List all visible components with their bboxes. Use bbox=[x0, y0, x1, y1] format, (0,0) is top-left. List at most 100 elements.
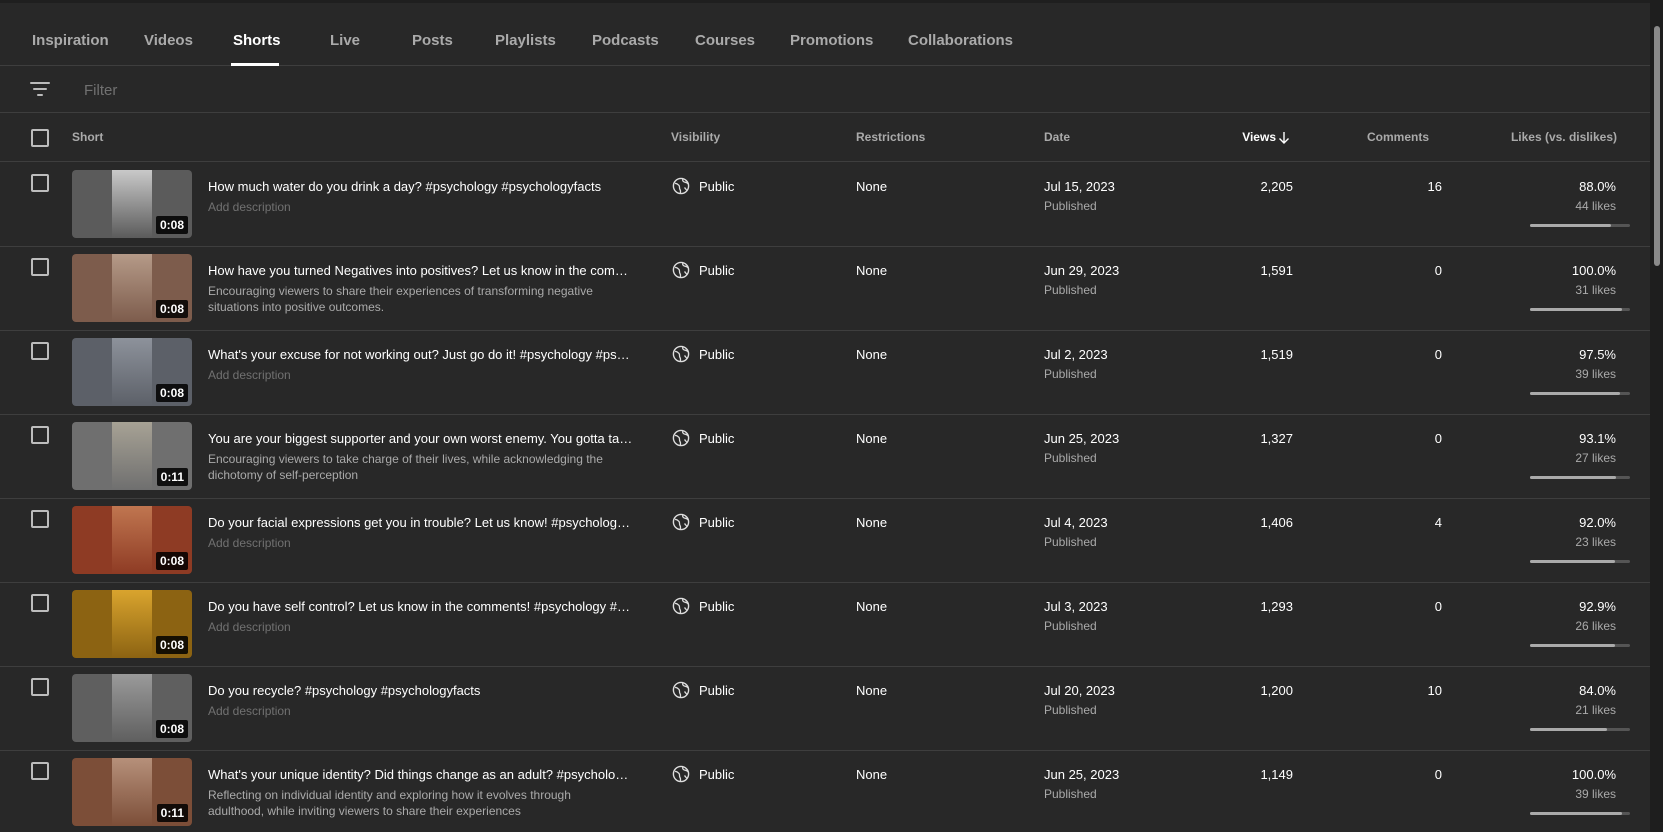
header-likes[interactable]: Likes (vs. dislikes) bbox=[1511, 130, 1617, 144]
header-comments[interactable]: Comments bbox=[1367, 130, 1429, 144]
short-description[interactable]: Encouraging viewers to share their exper… bbox=[208, 283, 628, 315]
thumbnail-image bbox=[112, 506, 152, 574]
row-checkbox[interactable] bbox=[31, 174, 49, 192]
short-description[interactable]: Encouraging viewers to take charge of th… bbox=[208, 451, 628, 483]
table-row[interactable]: 0:08 How much water do you drink a day? … bbox=[0, 163, 1650, 247]
header-restrictions[interactable]: Restrictions bbox=[856, 130, 925, 144]
short-title[interactable]: What's your excuse for not working out? … bbox=[208, 347, 633, 362]
visibility-label: Public bbox=[699, 599, 735, 614]
comments-count[interactable]: 0 bbox=[1435, 431, 1442, 446]
short-thumbnail[interactable]: 0:08 bbox=[72, 590, 192, 658]
row-checkbox[interactable] bbox=[31, 510, 49, 528]
short-description[interactable]: Add description bbox=[208, 535, 628, 551]
likes-ratio-bar bbox=[1530, 476, 1630, 479]
likes-ratio-fill bbox=[1530, 224, 1611, 227]
likes-ratio-fill bbox=[1530, 560, 1615, 563]
short-description[interactable]: Add description bbox=[208, 199, 628, 215]
publish-status: Published bbox=[1044, 199, 1097, 213]
row-checkbox[interactable] bbox=[31, 426, 49, 444]
row-checkbox[interactable] bbox=[31, 342, 49, 360]
table-row[interactable]: 0:08 Do you have self control? Let us kn… bbox=[0, 583, 1650, 667]
header-date[interactable]: Date bbox=[1044, 130, 1070, 144]
likes-ratio-fill bbox=[1530, 728, 1607, 731]
comments-count[interactable]: 16 bbox=[1428, 179, 1442, 194]
globe-icon bbox=[672, 177, 690, 195]
comments-count[interactable]: 0 bbox=[1435, 599, 1442, 614]
publish-date: Jul 4, 2023 bbox=[1044, 515, 1108, 530]
short-description[interactable]: Reflecting on individual identity and ex… bbox=[208, 787, 628, 819]
table-row[interactable]: 0:11 You are your biggest supporter and … bbox=[0, 415, 1650, 499]
short-thumbnail[interactable]: 0:08 bbox=[72, 338, 192, 406]
restrictions-value: None bbox=[856, 263, 888, 278]
views-count: 1,327 bbox=[1260, 431, 1293, 446]
table-row[interactable]: 0:08 How have you turned Negatives into … bbox=[0, 247, 1650, 331]
short-thumbnail[interactable]: 0:08 bbox=[72, 170, 192, 238]
short-thumbnail[interactable]: 0:08 bbox=[72, 674, 192, 742]
likes-ratio-fill bbox=[1530, 308, 1622, 311]
publish-date: Jul 15, 2023 bbox=[1044, 179, 1115, 194]
table-row[interactable]: 0:08 Do your facial expressions get you … bbox=[0, 499, 1650, 583]
short-title[interactable]: What's your unique identity? Did things … bbox=[208, 767, 633, 782]
comments-count[interactable]: 0 bbox=[1435, 767, 1442, 782]
filter-bar bbox=[0, 66, 1650, 113]
short-description[interactable]: Add description bbox=[208, 619, 628, 635]
short-thumbnail[interactable]: 0:08 bbox=[72, 506, 192, 574]
row-checkbox[interactable] bbox=[31, 762, 49, 780]
likes-percentage: 100.0% bbox=[1571, 263, 1616, 278]
globe-icon bbox=[672, 765, 690, 783]
short-description[interactable]: Add description bbox=[208, 703, 628, 719]
row-checkbox[interactable] bbox=[31, 258, 49, 276]
tab-shorts[interactable]: Shorts bbox=[233, 32, 281, 49]
short-description[interactable]: Add description bbox=[208, 367, 628, 383]
tab-collaborations[interactable]: Collaborations bbox=[908, 32, 1013, 49]
likes-percentage: 92.9% bbox=[1579, 599, 1616, 614]
likes-ratio-bar bbox=[1530, 392, 1630, 395]
table-header: Short Visibility Restrictions Date Views… bbox=[0, 113, 1650, 162]
tab-videos[interactable]: Videos bbox=[144, 32, 193, 49]
table-row[interactable]: 0:11 What's your unique identity? Did th… bbox=[0, 751, 1650, 832]
short-title[interactable]: Do you have self control? Let us know in… bbox=[208, 599, 633, 614]
views-count: 1,591 bbox=[1260, 263, 1293, 278]
header-visibility[interactable]: Visibility bbox=[671, 130, 720, 144]
likes-count: 21 likes bbox=[1575, 703, 1616, 717]
row-checkbox[interactable] bbox=[31, 678, 49, 696]
globe-icon bbox=[672, 345, 690, 363]
globe-icon bbox=[672, 681, 690, 699]
comments-count[interactable]: 10 bbox=[1428, 683, 1442, 698]
tab-podcasts[interactable]: Podcasts bbox=[592, 32, 659, 49]
comments-count[interactable]: 0 bbox=[1435, 263, 1442, 278]
duration-badge: 0:11 bbox=[156, 468, 188, 486]
scrollbar-thumb[interactable] bbox=[1654, 26, 1660, 266]
short-title[interactable]: Do your facial expressions get you in tr… bbox=[208, 515, 633, 530]
short-thumbnail[interactable]: 0:11 bbox=[72, 758, 192, 826]
short-thumbnail[interactable]: 0:08 bbox=[72, 254, 192, 322]
short-title[interactable]: Do you recycle? #psychology #psychologyf… bbox=[208, 683, 633, 698]
table-row[interactable]: 0:08 Do you recycle? #psychology #psycho… bbox=[0, 667, 1650, 751]
tab-playlists[interactable]: Playlists bbox=[495, 32, 556, 49]
tab-promotions[interactable]: Promotions bbox=[790, 32, 873, 49]
select-all-checkbox[interactable] bbox=[31, 129, 49, 147]
filter-input[interactable] bbox=[84, 80, 584, 100]
tab-live[interactable]: Live bbox=[330, 32, 360, 49]
likes-ratio-fill bbox=[1530, 392, 1620, 395]
arrow-down-icon[interactable] bbox=[1278, 131, 1290, 145]
tab-inspiration[interactable]: Inspiration bbox=[32, 32, 109, 49]
comments-count[interactable]: 0 bbox=[1435, 347, 1442, 362]
header-views[interactable]: Views bbox=[1242, 130, 1276, 144]
thumbnail-image bbox=[112, 590, 152, 658]
views-count: 1,519 bbox=[1260, 347, 1293, 362]
likes-percentage: 88.0% bbox=[1579, 179, 1616, 194]
short-title[interactable]: You are your biggest supporter and your … bbox=[208, 431, 633, 446]
short-title[interactable]: How have you turned Negatives into posit… bbox=[208, 263, 633, 278]
short-title[interactable]: How much water do you drink a day? #psyc… bbox=[208, 179, 633, 194]
restrictions-value: None bbox=[856, 347, 888, 362]
tab-courses[interactable]: Courses bbox=[695, 32, 755, 49]
thumbnail-image bbox=[112, 338, 152, 406]
short-thumbnail[interactable]: 0:11 bbox=[72, 422, 192, 490]
row-checkbox[interactable] bbox=[31, 594, 49, 612]
tab-posts[interactable]: Posts bbox=[412, 32, 453, 49]
filter-icon[interactable] bbox=[30, 82, 50, 96]
table-row[interactable]: 0:08 What's your excuse for not working … bbox=[0, 331, 1650, 415]
comments-count[interactable]: 4 bbox=[1435, 515, 1442, 530]
header-short[interactable]: Short bbox=[72, 130, 103, 144]
